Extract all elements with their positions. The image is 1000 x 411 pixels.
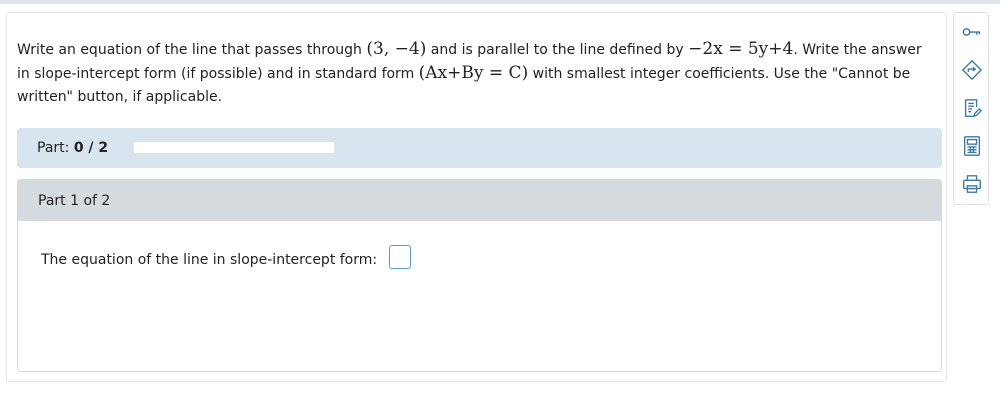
part-progress-bar: Part: 0 / 2: [17, 128, 942, 168]
question-prompt: Write an equation of the line that passe…: [17, 38, 937, 109]
part-title: Part 1 of 2: [38, 193, 111, 209]
line-equation-math: −2x = 5y+4: [688, 39, 794, 59]
key-icon: [962, 28, 981, 36]
notes-icon: [964, 99, 983, 118]
point-math: (3, −4): [366, 39, 427, 59]
notes-button[interactable]: [960, 96, 984, 120]
standard-form-math: (Ax+By = C): [418, 63, 529, 83]
top-strip: [0, 0, 1000, 4]
progress-label: Part: 0 / 2: [37, 140, 108, 156]
calculator-button[interactable]: [960, 134, 984, 158]
progress-track: [134, 142, 334, 153]
progress-value: 0 / 2: [73, 140, 109, 156]
print-icon: [963, 175, 981, 193]
answer-label: The equation of the line in slope-interc…: [41, 252, 378, 268]
answer-input[interactable]: [389, 245, 411, 269]
tool-sidebar: [953, 12, 989, 205]
prompt-text-1: Write an equation of the line that passe…: [17, 42, 367, 58]
progress-label-text: Part:: [37, 140, 70, 156]
print-button[interactable]: [960, 172, 984, 196]
hint-icon: [961, 59, 983, 81]
part-panel: Part 1 of 2 The equation of the line in …: [17, 179, 942, 372]
calculator-icon: [963, 136, 981, 156]
part-header: Part 1 of 2: [18, 180, 941, 221]
prompt-text-2: and is parallel to the line defined by: [426, 42, 689, 58]
key-button[interactable]: [960, 20, 984, 44]
hint-button[interactable]: [960, 58, 984, 82]
